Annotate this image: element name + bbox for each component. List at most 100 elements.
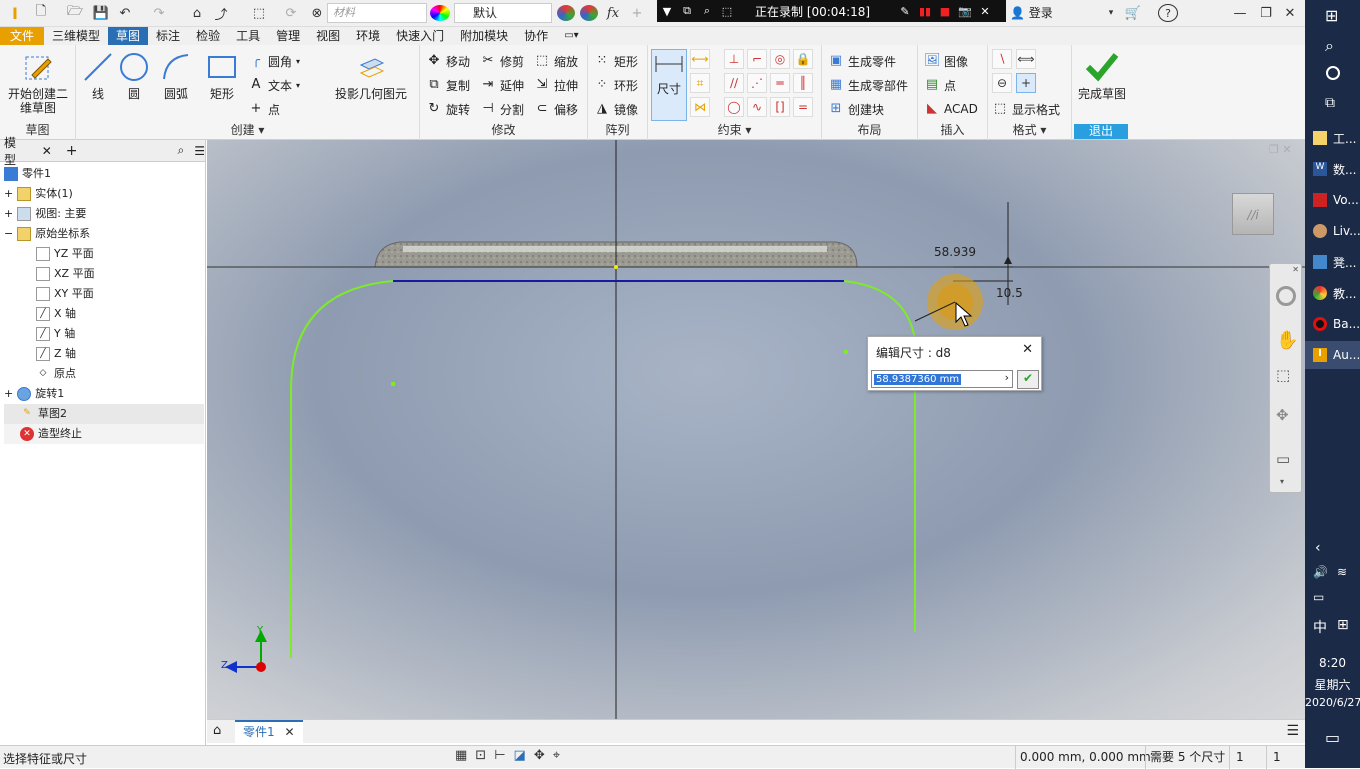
browser-close-icon[interactable]: ✕ [42, 144, 52, 158]
tree-item-origin-point[interactable]: ◇ 原点 [36, 364, 76, 384]
recorder-menu-icon[interactable]: ▼ [657, 5, 677, 18]
tab-add-ins[interactable]: 附加模块 [452, 27, 516, 45]
navbar-close-icon[interactable]: ✕ [1292, 265, 1299, 274]
construction-icon[interactable]: ∖ [992, 49, 1012, 69]
point-button[interactable]: + 点 [248, 99, 280, 119]
update-icon[interactable]: ⟳ [282, 3, 300, 23]
text-button[interactable]: A 文本 ▾ [248, 75, 300, 95]
select-icon[interactable]: ⬚ [250, 3, 268, 23]
minimize-icon[interactable]: — [1232, 3, 1248, 23]
make-part-button[interactable]: ▣ 生成零件 [828, 51, 896, 71]
clock-time[interactable]: 8:20 [1305, 656, 1360, 670]
taskbar-app-5[interactable]: 凳... [1305, 248, 1360, 276]
driven-dimension-icon[interactable]: ⟺ [1016, 49, 1036, 69]
make-components-button[interactable]: ▦ 生成零部件 [828, 75, 908, 95]
close-window-icon[interactable]: ✕ [1282, 3, 1298, 23]
login-dropdown-icon[interactable]: ▾ [1104, 3, 1118, 23]
rotate-button[interactable]: ↻ 旋转 [426, 99, 470, 119]
arc-button[interactable]: 圆弧 [156, 51, 196, 101]
tree-item-sketch2[interactable]: ✎ 草图2 [4, 404, 204, 424]
zoom-window-icon[interactable]: ⬚ [1276, 366, 1290, 384]
split-button[interactable]: ⊣ 分割 [480, 99, 524, 119]
tab-manage[interactable]: 管理 [268, 27, 308, 45]
browser-menu-icon[interactable]: ☰ [194, 144, 205, 158]
sketch-right-profile[interactable] [843, 280, 916, 632]
expand-icon[interactable]: + [4, 387, 13, 400]
taskbar-app-3[interactable]: Vo... [1305, 186, 1360, 214]
finish-sketch-button[interactable]: 完成草图 [1074, 51, 1130, 101]
graphics-window[interactable]: 58.939 10.5 Y Z /∕i ❐ ✕ [207, 140, 1305, 719]
battery-icon[interactable]: ▭ [1313, 590, 1324, 604]
recorder-zoom-icon[interactable]: ⌕ [697, 4, 717, 18]
collapse-icon[interactable]: − [4, 227, 13, 240]
home-icon[interactable]: ⌂ [188, 3, 206, 23]
save-icon[interactable]: 💾 [92, 3, 110, 23]
viewport-restore-icon[interactable]: ❐ ✕ [1269, 143, 1292, 156]
document-tab[interactable]: 零件1 ✕ [235, 720, 303, 743]
tangent-icon[interactable]: ◯ [724, 97, 744, 117]
cart-icon[interactable]: 🛒 [1124, 3, 1142, 23]
tabs-menu-icon[interactable]: ☰ [1286, 723, 1299, 739]
tree-item-xz-plane[interactable]: XZ 平面 [36, 264, 95, 284]
circle-button[interactable]: 圆 [116, 51, 152, 101]
orbit-icon[interactable]: ✥ [1276, 406, 1289, 424]
tree-item-view[interactable]: + 视图: 主要 [4, 204, 86, 224]
circular-pattern-button[interactable]: ⁘ 环形 [594, 75, 638, 95]
constraint-infer-icon[interactable]: ⊡ [475, 748, 494, 763]
look-at-icon[interactable]: ▭ [1276, 450, 1290, 468]
steering-wheel-icon[interactable] [1276, 286, 1296, 306]
sketch-left-profile[interactable] [290, 280, 394, 658]
search-icon[interactable]: ⌕ [1325, 36, 1334, 56]
tree-item-z-axis[interactable]: ╱ Z 轴 [36, 344, 76, 364]
collinear-icon[interactable]: ⋰ [747, 73, 767, 93]
slice-icon[interactable]: ◪ [514, 748, 534, 763]
horizontal-icon[interactable]: ═ [770, 73, 790, 93]
concentric-icon[interactable]: ◎ [770, 49, 790, 69]
tab-tools[interactable]: 工具 [228, 27, 268, 45]
task-view-icon[interactable]: ⧉ [1325, 95, 1335, 111]
undo-icon[interactable]: ↶ [116, 3, 134, 23]
cortana-icon[interactable] [1326, 66, 1340, 80]
adjust-appearance-icon[interactable] [557, 5, 575, 21]
fillet-dropdown-icon[interactable]: ▾ [296, 57, 300, 66]
dimension-value-input[interactable]: 58.9387360 mm › [871, 370, 1013, 388]
expand-icon[interactable]: + [4, 207, 13, 220]
recorder-close-icon[interactable]: ✕ [975, 5, 995, 18]
recorder-camera-icon[interactable]: 📷 [955, 5, 975, 18]
tab-view[interactable]: 视图 [308, 27, 348, 45]
recorder-pause-icon[interactable]: ▮▮ [915, 5, 935, 18]
tree-item-origin[interactable]: − 原始坐标系 [4, 224, 90, 244]
constraint-group-label[interactable]: 约束 ▾ [648, 121, 821, 138]
tree-item-revolve[interactable]: + 旋转1 [4, 384, 64, 404]
taskbar-app-1[interactable]: 工... [1305, 124, 1360, 152]
center-point-icon[interactable]: + [1016, 73, 1036, 93]
parameters-icon[interactable]: fx [604, 3, 622, 23]
format-group-label[interactable]: 格式 ▾ [988, 121, 1071, 138]
insert-acad-button[interactable]: ◣ ACAD [924, 99, 978, 119]
offset-button[interactable]: ⊂ 偏移 [534, 99, 578, 119]
volume-icon[interactable]: 🔊 [1313, 565, 1328, 579]
taskbar-app-4[interactable]: Liv... [1305, 217, 1360, 245]
taskbar-app-2[interactable]: W 数... [1305, 155, 1360, 183]
coincident-icon[interactable]: ⌐ [747, 49, 767, 69]
value-arrow-icon[interactable]: › [1005, 371, 1009, 384]
centerline-icon[interactable]: ⊖ [992, 73, 1012, 93]
tray-expand-icon[interactable]: ‹ [1315, 540, 1321, 556]
appearance-icon[interactable]: ⊗ [308, 3, 326, 23]
mirror-button[interactable]: ◮ 镜像 [594, 99, 638, 119]
clear-appearance-icon[interactable] [580, 5, 598, 21]
scale-button[interactable]: ⬚ 缩放 [534, 51, 578, 71]
show-constraints-icon[interactable]: ⌗ [690, 73, 710, 93]
equal-icon[interactable]: = [793, 97, 813, 117]
tree-item-yz-plane[interactable]: YZ 平面 [36, 244, 94, 264]
start-2d-sketch-button[interactable]: 开始创建二维草图 [6, 51, 70, 115]
tab-sketch[interactable]: 草图 [108, 27, 149, 45]
material-select[interactable]: 材料 [327, 3, 427, 23]
insert-image-button[interactable]: 🖼 图像 [924, 51, 968, 71]
tab-annotate[interactable]: 标注 [148, 27, 188, 45]
notifications-icon[interactable]: ▭ [1325, 728, 1340, 747]
dimension-tool-icon[interactable]: ⊢ [494, 748, 513, 763]
text-dropdown-icon[interactable]: ▾ [296, 81, 300, 90]
dialog-close-icon[interactable]: ✕ [1022, 342, 1033, 357]
symmetric-icon[interactable]: [] [770, 97, 790, 117]
